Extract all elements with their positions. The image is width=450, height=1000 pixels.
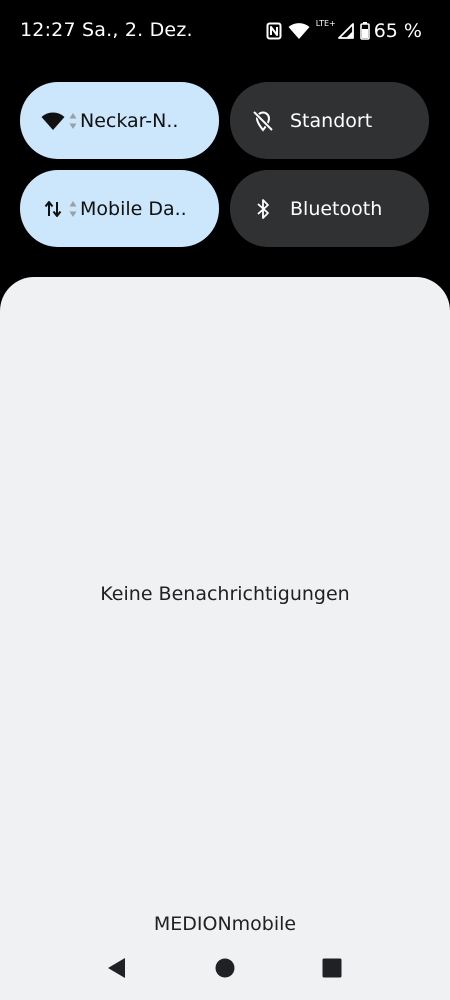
mobile-data-icon [40,196,66,222]
signal-activity-icon [68,200,78,218]
bluetooth-tile-label: Bluetooth [290,197,383,220]
wifi-tile-label: Neckar-N.. [80,109,179,132]
cellular-signal-icon [337,23,354,39]
battery-percent: 65 % [373,20,422,42]
home-button[interactable] [210,955,240,985]
status-icons: LTE+ 65 % [266,19,422,43]
status-date: Sa., 2. Dez. [82,19,193,41]
location-tile-label: Standort [290,109,373,132]
status-time-date: 12:27 Sa., 2. Dez. [20,19,193,41]
location-tile[interactable]: Standort [230,82,429,159]
wifi-icon [40,108,66,134]
mobile-data-tile-label: Mobile Da.. [80,197,187,220]
wifi-icon [288,22,310,40]
notification-shade: Keine Benachrichtigungen MEDIONmobile [0,277,450,1000]
carrier-name: MEDIONmobile [153,913,297,935]
back-button[interactable] [101,955,131,985]
recents-icon [322,958,342,982]
signal-activity-icon [68,112,78,130]
wifi-tile[interactable]: Neckar-N.. [20,82,219,159]
location-off-icon [250,108,276,134]
bluetooth-icon [250,196,276,222]
status-time: 12:27 [20,19,76,41]
back-icon [106,957,126,983]
recents-button[interactable] [317,955,347,985]
mobile-data-tile[interactable]: Mobile Da.. [20,170,219,247]
network-type-label: LTE+ [315,18,336,28]
home-icon [215,958,235,982]
bluetooth-tile[interactable]: Bluetooth [230,170,429,247]
navigation-bar [0,955,450,985]
battery-icon [359,22,370,40]
nfc-icon [266,22,282,40]
no-notifications-message: Keine Benachrichtigungen [100,583,350,605]
status-bar: 12:27 Sa., 2. Dez. LTE+ 65 % [0,0,450,62]
